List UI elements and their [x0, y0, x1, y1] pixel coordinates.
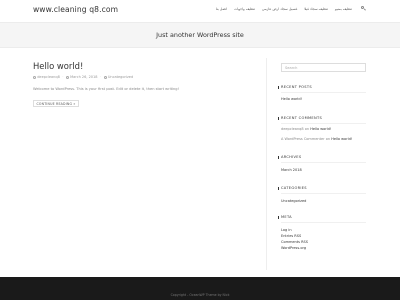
post-category-link[interactable]: Uncategorized — [108, 75, 133, 79]
categories-title: CATEGORIES — [278, 186, 307, 190]
meta-login-link[interactable]: Log in — [281, 228, 292, 232]
site-title-link[interactable]: www.cleaning q8.com — [33, 5, 118, 14]
comment-post-link[interactable]: Hello world! — [331, 137, 352, 141]
meta-entries-rss-link[interactable]: Entries RSS — [281, 234, 301, 238]
clock-icon — [65, 75, 69, 79]
nav-item-1[interactable]: تنظيف بمنيو — [335, 7, 352, 11]
nav-item-4[interactable]: تنظيف واجهات — [234, 7, 255, 11]
post-excerpt: Welcome to WordPress. This is your first… — [33, 87, 179, 91]
archive-link[interactable]: March 2018 — [281, 168, 302, 172]
site-footer: Copyright - OceanWP Theme by Nick — [0, 277, 400, 300]
recent-posts-title: RECENT POSTS — [278, 85, 312, 89]
continue-reading-button[interactable]: CONTINUE READING » — [33, 100, 79, 107]
post-meta: deepcleanq8 · March 26, 2018 · Uncategor… — [33, 75, 133, 79]
recent-comment-item: A WordPress Commenter on Hello world! — [281, 137, 352, 141]
user-icon — [33, 75, 36, 79]
site-header: www.cleaning q8.com تنظيف بمنيو تنظيف سج… — [0, 0, 400, 22]
post-title-link[interactable]: Hello world! — [33, 61, 83, 71]
recent-comments-title: RECENT COMMENTS — [277, 116, 323, 120]
sidebar — [266, 58, 366, 270]
meta-comments-rss-link[interactable]: Comments RSS — [281, 240, 308, 244]
post-date: March 26, 2018 — [70, 75, 98, 79]
meta-divider: · — [100, 75, 102, 79]
meta-wordpress-link[interactable]: WordPress.org — [281, 246, 306, 250]
comment-on-text: on — [304, 127, 310, 131]
nav-item-2[interactable]: تنظيف سجاد فيلا — [304, 7, 328, 11]
site-tagline: Just another WordPress site — [156, 31, 244, 39]
meta-title: META — [278, 215, 292, 219]
widget-divider — [281, 162, 366, 163]
nav-item-5[interactable]: اتصل بنا — [216, 7, 227, 11]
search-input[interactable] — [281, 63, 366, 72]
comment-post-link[interactable]: Hello world! — [310, 127, 331, 131]
comment-author: deepcleanq8 — [281, 127, 304, 131]
widget-divider — [281, 193, 366, 194]
footer-copyright: Copyright - OceanWP Theme by Nick — [170, 293, 230, 297]
main-navigation: تنظيف بمنيو تنظيف سجاد فيلا غسيل سجاد ار… — [209, 6, 367, 12]
post-author-link[interactable]: deepcleanq8 — [37, 75, 60, 79]
widget-divider — [281, 92, 366, 93]
recent-post-link[interactable]: Hello world! — [281, 97, 302, 101]
page-banner: Just another WordPress site — [0, 22, 400, 48]
search-icon[interactable] — [361, 6, 367, 12]
comment-on-text: on — [325, 137, 331, 141]
widget-divider — [281, 123, 366, 124]
folder-icon — [103, 75, 107, 79]
meta-divider: · — [62, 75, 64, 79]
comment-author-link[interactable]: A WordPress Commenter — [281, 137, 325, 141]
widget-divider — [281, 222, 366, 223]
recent-comment-item: deepcleanq8 on Hello world! — [281, 127, 331, 131]
category-link[interactable]: Uncategorized — [281, 199, 306, 203]
archives-title: ARCHIVES — [277, 155, 302, 159]
nav-item-3[interactable]: غسيل سجاد ارض عازمي — [262, 7, 297, 11]
